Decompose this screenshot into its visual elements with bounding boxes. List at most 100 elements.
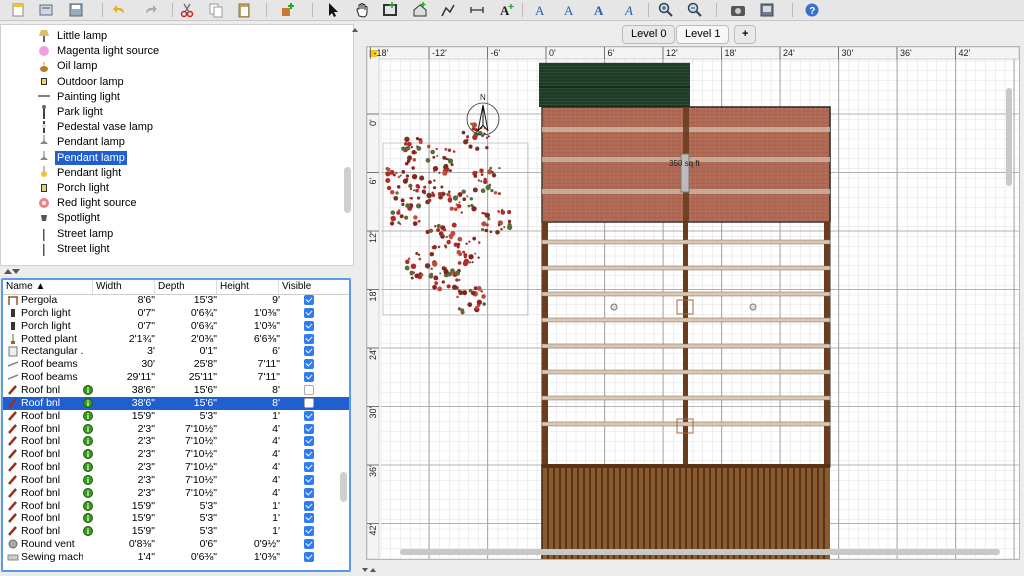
paste-button[interactable]	[234, 1, 254, 19]
info-icon[interactable]: i	[83, 461, 95, 474]
tab-level-0[interactable]: Level 0	[622, 25, 676, 44]
visible-checkbox[interactable]	[304, 551, 316, 564]
zoom-in-button[interactable]	[656, 1, 676, 19]
new-home-button[interactable]	[8, 1, 28, 19]
cut-button[interactable]	[177, 1, 197, 19]
select-mode-button[interactable]	[323, 1, 343, 19]
table-row[interactable]: Round vent 0'8⅜" 0'6" 0'9½"	[3, 538, 349, 551]
create-video-button[interactable]	[757, 1, 777, 19]
save-button[interactable]	[66, 1, 86, 19]
tab-level-1[interactable]: Level 1	[676, 25, 730, 44]
info-icon[interactable]: i	[83, 384, 95, 397]
text-style-button[interactable]: A	[560, 1, 580, 19]
visible-checkbox[interactable]	[304, 345, 316, 358]
bottom-left-arrow-icon[interactable]	[362, 568, 368, 572]
plan-up-arrow-icon[interactable]	[352, 28, 358, 32]
table-row[interactable]: Roof bnl i 2'3" 7'10½" 4'	[3, 487, 349, 500]
bold-text-button[interactable]: A	[590, 1, 610, 19]
create-walls-button[interactable]	[380, 1, 400, 19]
table-row[interactable]: Roof bnl i 15'9" 5'3" 1'	[3, 500, 349, 513]
visible-checkbox[interactable]	[304, 294, 316, 307]
info-icon[interactable]: i	[83, 525, 95, 538]
table-row[interactable]: Sewing mach... 1'4" 0'6⅜" 1'0⅜"	[3, 551, 349, 564]
create-rooms-button[interactable]	[410, 1, 430, 19]
table-row[interactable]: Roof beams 29'11" 25'11" 7'11"	[3, 371, 349, 384]
splitter-up-arrow-icon[interactable]	[4, 269, 12, 274]
table-row[interactable]: Roof bnl i 2'3" 7'10½" 4'	[3, 423, 349, 436]
table-row[interactable]: Roof bnl i 2'3" 7'10½" 4'	[3, 474, 349, 487]
plan-vertical-scrollbar[interactable]	[1006, 88, 1012, 186]
table-row[interactable]: Rectangular ... 3' 0'1" 6'	[3, 345, 349, 358]
info-icon[interactable]: i	[83, 487, 95, 500]
table-row[interactable]: Roof bnl i 2'3" 7'10½" 4'	[3, 461, 349, 474]
visible-checkbox[interactable]	[304, 371, 316, 384]
visible-checkbox[interactable]	[304, 333, 316, 346]
table-row[interactable]: Roof bnl i 15'9" 5'3" 1'	[3, 525, 349, 538]
visible-checkbox[interactable]	[304, 435, 316, 448]
column-depth[interactable]: Depth	[155, 280, 217, 294]
plan-horizontal-scrollbar[interactable]	[400, 549, 1000, 555]
visible-checkbox[interactable]	[304, 410, 316, 423]
table-row[interactable]: Porch light 0'7" 0'6¾" 1'0⅜"	[3, 320, 349, 333]
visible-checkbox[interactable]	[304, 487, 316, 500]
add-text-button[interactable]: A	[496, 1, 516, 19]
visible-checkbox[interactable]	[304, 423, 316, 436]
info-icon[interactable]: i	[83, 397, 95, 410]
table-row[interactable]: Roof bnl i 2'3" 7'10½" 4'	[3, 448, 349, 461]
plan-canvas[interactable]: -18' -12' -6' 0' 6' 12' 18' 24' 30' 36' 42' 0' 6' 12'…	[367, 47, 1019, 559]
table-row[interactable]: Porch light 0'7" 0'6¾" 1'0⅜"	[3, 307, 349, 320]
visible-checkbox[interactable]	[304, 448, 316, 461]
open-button[interactable]	[36, 1, 56, 19]
italic-text-button[interactable]: A	[620, 1, 640, 19]
zoom-out-button[interactable]	[685, 1, 705, 19]
visible-checkbox[interactable]	[304, 538, 316, 551]
table-row[interactable]: Roof bnl i 15'9" 5'3" 1'	[3, 512, 349, 525]
table-row[interactable]: Potted plant 2'1¾" 2'0⅜" 6'6⅜"	[3, 333, 349, 346]
visible-checkbox[interactable]	[304, 525, 316, 538]
copy-button[interactable]	[206, 1, 226, 19]
table-row[interactable]: Roof bnl i 2'3" 7'10½" 4'	[3, 435, 349, 448]
info-icon[interactable]: i	[83, 500, 95, 513]
table-row[interactable]: Pergola 8'6" 15'3" 9'	[3, 294, 349, 307]
catalog-scrollbar[interactable]	[344, 167, 351, 213]
info-icon[interactable]: i	[83, 512, 95, 525]
create-dimensions-button[interactable]	[467, 1, 487, 19]
add-furniture-button[interactable]	[277, 1, 297, 19]
modify-text-button[interactable]: A	[531, 1, 551, 19]
redo-button[interactable]	[140, 1, 160, 19]
potted-plant-canopy[interactable]	[385, 122, 513, 315]
visible-checkbox[interactable]	[304, 512, 316, 525]
visible-checkbox[interactable]	[304, 474, 316, 487]
visible-checkbox[interactable]	[304, 500, 316, 513]
column-visible[interactable]: Visible	[279, 280, 349, 294]
column-height[interactable]: Height	[217, 280, 279, 294]
add-level-button[interactable]: +	[734, 25, 757, 44]
furniture-table-scrollbar[interactable]	[340, 472, 347, 502]
splitter-down-arrow-icon[interactable]	[12, 269, 20, 274]
table-row[interactable]: Roof bnl i 38'6" 15'6" 8'	[3, 396, 349, 410]
table-row[interactable]: Roof beams 30' 25'8" 7'11"	[3, 358, 349, 371]
visible-checkbox[interactable]	[304, 307, 316, 320]
visible-checkbox[interactable]	[304, 320, 316, 333]
panel-splitter[interactable]	[0, 266, 352, 278]
info-icon[interactable]: i	[83, 410, 95, 423]
create-polylines-button[interactable]	[438, 1, 458, 19]
create-photo-button[interactable]	[728, 1, 748, 19]
column-name[interactable]: Name ▲	[3, 280, 93, 294]
info-icon[interactable]: i	[83, 423, 95, 436]
visible-checkbox[interactable]	[304, 384, 316, 397]
visible-checkbox[interactable]	[304, 397, 316, 410]
info-icon[interactable]: i	[83, 474, 95, 487]
bottom-left-arrow2-icon[interactable]	[370, 568, 376, 572]
help-button[interactable]: ?	[802, 1, 822, 19]
info-icon[interactable]: i	[83, 435, 95, 448]
plan-view[interactable]: -18' -12' -6' 0' 6' 12' 18' 24' 30' 36' 42' 0' 6' 12'…	[366, 46, 1020, 560]
visible-checkbox[interactable]	[304, 358, 316, 371]
column-width[interactable]: Width	[93, 280, 155, 294]
info-icon[interactable]: i	[83, 448, 95, 461]
table-row[interactable]: Roof bnl i 15'9" 5'3" 1'	[3, 410, 349, 423]
pan-mode-button[interactable]	[352, 1, 372, 19]
visible-checkbox[interactable]	[304, 461, 316, 474]
undo-button[interactable]	[110, 1, 130, 19]
table-row[interactable]: Roof bnl i 38'6" 15'6" 8'	[3, 384, 349, 397]
